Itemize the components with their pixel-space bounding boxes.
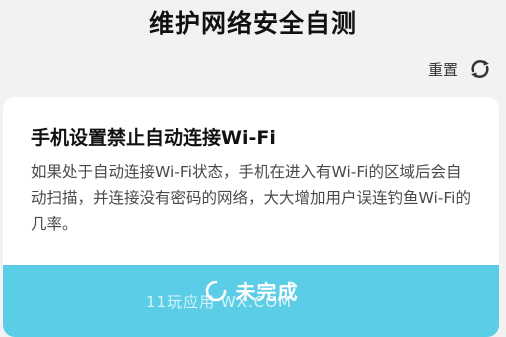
card-description: 如果处于自动连接Wi-Fi状态，手机在进入有Wi-Fi的区域后会自动扫描，并连接… [31, 163, 471, 233]
refresh-icon[interactable] [468, 57, 492, 81]
reset-label[interactable]: 重置 [428, 59, 458, 80]
page-title: 维护网络安全自测 [148, 9, 357, 38]
watermark: 11玩应用 WX.COM [146, 293, 292, 311]
card-title: 手机设置禁止自动连接Wi-Fi [31, 127, 276, 149]
reset-control[interactable]: 重置 [428, 56, 492, 82]
